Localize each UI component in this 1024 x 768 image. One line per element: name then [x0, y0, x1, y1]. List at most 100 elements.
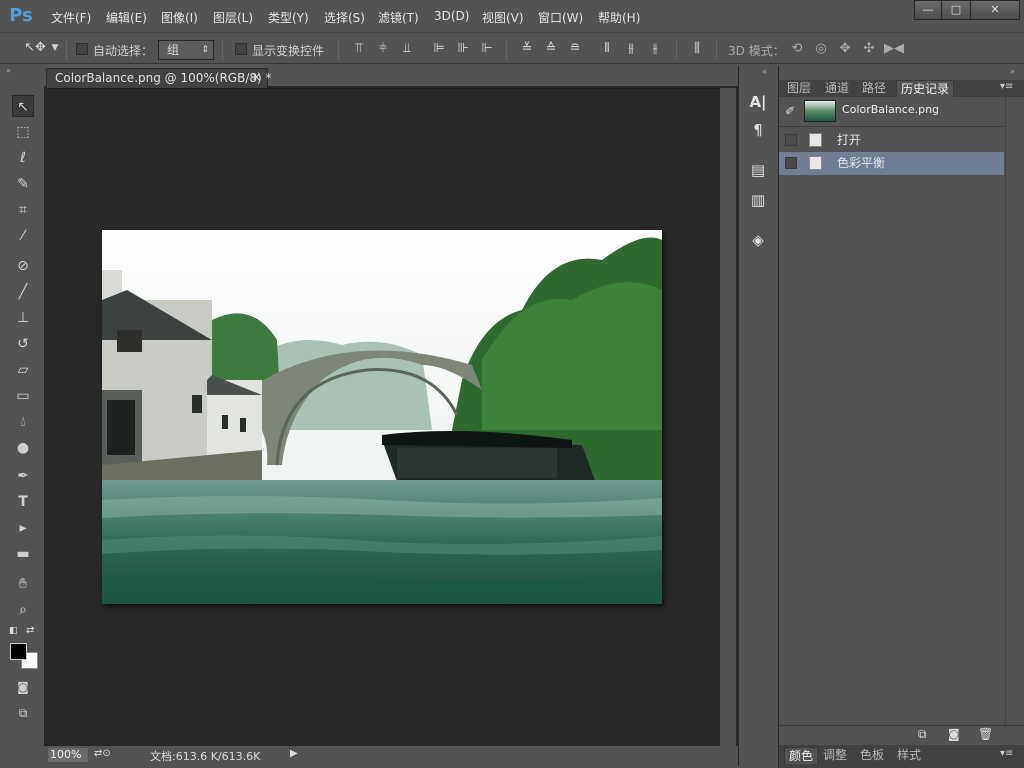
auto-select-checkbox[interactable]: [76, 43, 88, 55]
canvas-image[interactable]: [102, 230, 662, 604]
swap-colors-icon[interactable]: ⇄: [26, 625, 34, 636]
collapse-strip-icon[interactable]: «: [762, 67, 767, 76]
move-tool-preset-icon[interactable]: ↖✥: [24, 39, 46, 57]
align-bottom-icon[interactable]: ⫫: [398, 40, 416, 58]
tab-history[interactable]: 历史记录: [896, 80, 955, 97]
healing-brush-tool-icon[interactable]: ⊘: [12, 255, 34, 277]
align-left-icon[interactable]: ⊫: [430, 40, 448, 58]
path-select-tool-icon[interactable]: ▸: [12, 517, 34, 539]
menu-3d[interactable]: 3D(D): [434, 9, 469, 23]
status-menu-arrow-icon[interactable]: ▶: [290, 748, 298, 759]
distribute-vcenter-icon[interactable]: ≙: [542, 40, 560, 58]
align-vcenter-icon[interactable]: ⫩: [374, 40, 392, 58]
history-row-selected[interactable]: 色彩平衡: [779, 152, 1004, 175]
3d-slide-icon[interactable]: ✣: [860, 40, 878, 58]
panel-scrollbar[interactable]: [1005, 97, 1023, 725]
shape-tool-icon[interactable]: ▬: [12, 543, 34, 565]
document-tab[interactable]: ColorBalance.png @ 100%(RGB/8) * ✕: [46, 68, 272, 88]
close-tab-icon[interactable]: ✕: [252, 69, 261, 87]
tab-swatches[interactable]: 色板: [860, 747, 884, 763]
status-share-icon[interactable]: ⇄⊙: [94, 748, 114, 762]
menu-select[interactable]: 选择(S): [324, 9, 365, 26]
tab-adjustments[interactable]: 调整: [823, 747, 847, 763]
3d-roll-icon[interactable]: ◎: [812, 40, 830, 58]
stamp-tool-icon[interactable]: ⊥: [12, 307, 34, 329]
trash-icon[interactable]: 🗑︎: [978, 727, 993, 741]
character-panel-icon[interactable]: A|: [748, 92, 768, 112]
zoom-tool-icon[interactable]: ⌕: [12, 599, 34, 621]
history-brush-tool-icon[interactable]: ↺: [12, 333, 34, 355]
lasso-tool-icon[interactable]: ℓ: [12, 147, 34, 169]
auto-select-dropdown[interactable]: 组 ⇕: [158, 40, 214, 60]
menu-edit[interactable]: 编辑(E): [106, 9, 147, 26]
distribute-left-icon[interactable]: ⫴: [598, 40, 616, 58]
history-snapshot[interactable]: ✐ ColorBalance.png: [779, 97, 1004, 127]
tab-color[interactable]: 颜色: [784, 747, 819, 764]
menu-layer[interactable]: 图层(L): [213, 9, 253, 26]
3d-pan-icon[interactable]: ✥: [836, 40, 854, 58]
pen-tool-icon[interactable]: ✒: [12, 465, 34, 487]
close-button[interactable]: ✕: [970, 0, 1020, 20]
history-row-label: 打开: [837, 133, 862, 147]
history-checkbox[interactable]: [785, 157, 797, 169]
tab-styles[interactable]: 样式: [897, 747, 921, 763]
bottom-panel-menu-icon[interactable]: ▾≡: [1000, 748, 1013, 759]
3d-rotate-icon[interactable]: ⟲: [788, 40, 806, 58]
zoom-field[interactable]: 100%: [48, 748, 88, 762]
menu-type[interactable]: 类型(Y): [268, 9, 309, 26]
eraser-tool-icon[interactable]: ▱: [12, 359, 34, 381]
paragraph-panel-icon[interactable]: ¶: [748, 120, 768, 140]
chevron-down-icon[interactable]: ▼: [50, 39, 60, 57]
distribute-hcenter-icon[interactable]: ⫵: [622, 40, 640, 58]
vertical-scrollbar[interactable]: [720, 88, 736, 746]
distribute-top-icon[interactable]: ≚: [518, 40, 536, 58]
brush-tool-icon[interactable]: ╱: [12, 281, 34, 303]
panel-menu-icon[interactable]: ▾≡: [1000, 81, 1013, 92]
eyedropper-tool-icon[interactable]: ⁄: [12, 225, 34, 247]
marquee-tool-icon[interactable]: ⬚: [12, 121, 34, 143]
blur-tool-icon[interactable]: 💧︎: [12, 411, 34, 433]
menu-help[interactable]: 帮助(H): [598, 9, 640, 26]
align-hcenter-icon[interactable]: ⊪: [454, 40, 472, 58]
screen-mode-icon[interactable]: ⧉: [12, 702, 34, 724]
align-top-icon[interactable]: ⫪: [350, 40, 368, 58]
history-row-label: 色彩平衡: [837, 156, 886, 170]
hand-tool-icon[interactable]: ✋︎: [12, 573, 34, 595]
menu-filter[interactable]: 滤镜(T): [378, 9, 419, 26]
history-row[interactable]: 打开: [779, 129, 1004, 152]
crop-tool-icon[interactable]: ⌗: [12, 199, 34, 221]
maximize-button[interactable]: □: [941, 0, 971, 20]
dodge-tool-icon[interactable]: ●: [12, 437, 34, 459]
tab-channels[interactable]: 通道: [825, 80, 849, 97]
menu-file[interactable]: 文件(F): [51, 9, 91, 26]
camera-icon[interactable]: ◙: [948, 727, 960, 741]
character-styles-icon[interactable]: ▥: [748, 190, 768, 210]
default-colors-icon[interactable]: ◧: [9, 626, 18, 636]
distribute-right-icon[interactable]: ⫳: [646, 40, 664, 58]
show-transform-checkbox[interactable]: [235, 43, 247, 55]
menu-view[interactable]: 视图(V): [482, 9, 524, 26]
menu-window[interactable]: 窗口(W): [538, 9, 583, 26]
foreground-color-swatch[interactable]: [10, 643, 27, 660]
new-document-from-state-icon[interactable]: ⧉: [918, 727, 927, 742]
tab-layers[interactable]: 图层: [787, 80, 811, 97]
history-list: [779, 97, 1004, 725]
quick-select-tool-icon[interactable]: ✎: [12, 173, 34, 195]
collapse-panel-icon[interactable]: »: [1010, 67, 1015, 76]
minimize-button[interactable]: —: [914, 0, 942, 20]
quick-mask-icon[interactable]: ◙: [12, 676, 34, 698]
history-checkbox[interactable]: [785, 134, 797, 146]
auto-align-icon[interactable]: ⫼: [688, 40, 706, 58]
history-brush-source-icon[interactable]: ✐: [785, 104, 795, 118]
tab-paths[interactable]: 路径: [862, 80, 886, 97]
distribute-bottom-icon[interactable]: ≘: [566, 40, 584, 58]
paragraph-styles-icon[interactable]: ▤: [748, 160, 768, 180]
3d-panel-icon[interactable]: ◈: [748, 230, 768, 250]
move-tool-icon[interactable]: ↖: [12, 95, 34, 117]
gradient-tool-icon[interactable]: ▭: [12, 385, 34, 407]
type-tool-icon[interactable]: T: [12, 491, 34, 513]
menu-image[interactable]: 图像(I): [161, 9, 198, 26]
align-right-icon[interactable]: ⊩: [478, 40, 496, 58]
3d-scale-icon[interactable]: ▶◀: [884, 40, 904, 58]
collapse-icon[interactable]: »: [6, 66, 11, 75]
